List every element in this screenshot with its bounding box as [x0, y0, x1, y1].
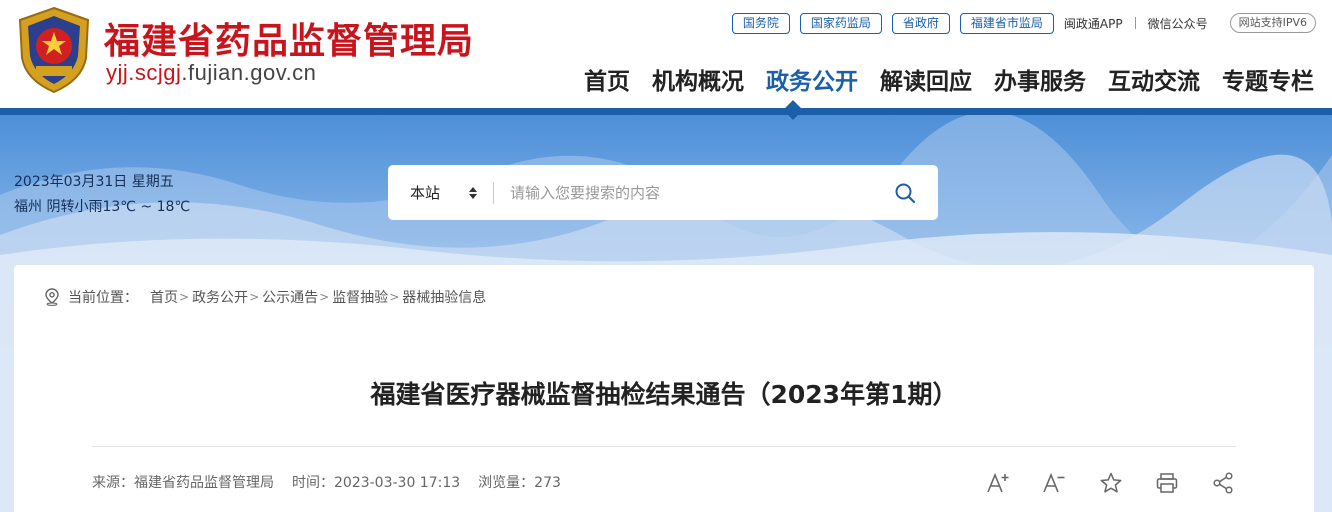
- nav-services[interactable]: 办事服务: [994, 62, 1086, 96]
- nav-topics[interactable]: 专题专栏: [1222, 62, 1314, 96]
- date-weather: 2023年03月31日 星期五 福州 阴转小雨13℃ ~ 18℃: [14, 170, 190, 220]
- link-province-gov[interactable]: 省政府: [891, 12, 950, 34]
- article-card: 当前位置： 首页 > 政务公开 > 公示通告 > 监督抽验 > 器械抽验信息 福建省医疗…: [14, 265, 1314, 512]
- site-header: 福建省药品监督管理局 yjj.scjgj.fujian.gov.cn 国务院 国…: [0, 0, 1332, 110]
- search-bar: 本站: [388, 165, 938, 220]
- print-button[interactable]: [1152, 469, 1182, 497]
- link-market-regulation[interactable]: 福建省市监局: [959, 12, 1054, 34]
- star-icon: [1100, 472, 1122, 493]
- location-pin-icon: [45, 288, 59, 306]
- breadcrumb-gov-affairs[interactable]: 政务公开: [192, 287, 248, 307]
- article-title: 福建省医疗器械监督抽检结果通告（2023年第1期）: [370, 380, 958, 409]
- article-views: 浏览量：273: [478, 475, 561, 491]
- nav-about[interactable]: 机构概况: [652, 62, 744, 96]
- font-increase-button[interactable]: [984, 469, 1014, 497]
- favorite-button[interactable]: [1096, 469, 1126, 497]
- nav-interaction[interactable]: 互动交流: [1108, 62, 1200, 96]
- search-button[interactable]: [872, 165, 938, 220]
- article-tools: [984, 469, 1238, 497]
- nav-gov-affairs[interactable]: 政务公开: [766, 62, 858, 96]
- main-nav: 首页 机构概况 政务公开 解读回应 办事服务 互动交流 专题专栏: [562, 62, 1314, 96]
- breadcrumb-separator: >: [389, 290, 400, 304]
- font-decrease-icon: [1043, 472, 1065, 493]
- search-scope-value: 本站: [410, 184, 441, 202]
- article-meta: 来源：福建省药品监督管理局 时间：2023-03-30 17:13 浏览量：27…: [92, 472, 579, 492]
- select-arrows-icon: [469, 186, 477, 199]
- nav-home[interactable]: 首页: [584, 62, 630, 96]
- link-nmpa[interactable]: 国家药监局: [799, 12, 882, 34]
- ipv6-badge: 网站支持IPV6: [1229, 13, 1316, 33]
- font-decrease-button[interactable]: [1040, 469, 1070, 497]
- nav-interpretation[interactable]: 解读回应: [880, 62, 972, 96]
- print-icon: [1156, 473, 1178, 493]
- domain-suffix: .fujian.gov.cn: [181, 60, 317, 85]
- site-name: 福建省药品监督管理局: [104, 20, 475, 62]
- current-date: 2023年03月31日 星期五: [14, 174, 174, 190]
- domain-prefix: yjj.scjgj: [106, 60, 182, 85]
- link-state-council[interactable]: 国务院: [731, 12, 790, 34]
- title-divider: [92, 446, 1236, 447]
- search-input[interactable]: [494, 183, 872, 202]
- header-accent-bar: [0, 108, 1332, 115]
- share-icon: [1213, 472, 1233, 494]
- share-button[interactable]: [1208, 469, 1238, 497]
- breadcrumb-device-inspection[interactable]: 器械抽验信息: [402, 287, 486, 307]
- site-domain: yjj.scjgj.fujian.gov.cn: [106, 60, 316, 86]
- breadcrumb: 当前位置： 首页 > 政务公开 > 公示通告 > 监督抽验 > 器械抽验信息: [44, 287, 486, 307]
- link-app[interactable]: 闽政通APP: [1064, 15, 1123, 32]
- top-links: 国务院 国家药监局 省政府 福建省市监局 闽政通APP 微信公众号 网站支持IP…: [731, 11, 1316, 35]
- font-increase-icon: [987, 472, 1009, 493]
- link-wechat[interactable]: 微信公众号: [1148, 15, 1208, 32]
- breadcrumb-label: 当前位置：: [68, 290, 138, 306]
- search-icon: [895, 183, 916, 203]
- breadcrumb-home[interactable]: 首页: [150, 287, 178, 307]
- breadcrumb-separator: >: [179, 290, 190, 304]
- breadcrumb-notices[interactable]: 公示通告: [262, 287, 318, 307]
- national-emblem-logo[interactable]: [14, 6, 94, 94]
- breadcrumb-separator: >: [319, 290, 330, 304]
- search-scope-select[interactable]: 本站: [388, 182, 493, 203]
- breadcrumb-separator: >: [249, 290, 260, 304]
- weather: 福州 阴转小雨13℃ ~ 18℃: [14, 199, 191, 215]
- divider: [1134, 17, 1136, 29]
- breadcrumb-inspection[interactable]: 监督抽验: [332, 287, 388, 307]
- article-source: 来源：福建省药品监督管理局: [92, 475, 274, 491]
- article-time: 时间：2023-03-30 17:13: [292, 475, 461, 491]
